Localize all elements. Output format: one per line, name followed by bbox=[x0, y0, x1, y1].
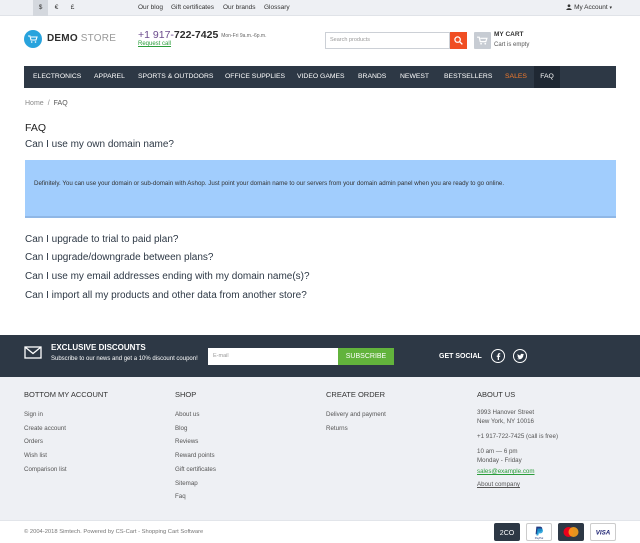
store-days: Monday - Friday bbox=[477, 457, 522, 464]
footer-link-wish-list[interactable]: Wish list bbox=[24, 449, 108, 463]
footer-link-sign-in[interactable]: Sign in bbox=[24, 408, 108, 422]
footer-link-blog[interactable]: Blog bbox=[175, 422, 216, 436]
cart-title[interactable]: MY CART bbox=[494, 31, 524, 38]
faq-question[interactable]: Can I use my email addresses ending with… bbox=[25, 271, 310, 282]
footer-heading: ABOUT US bbox=[477, 390, 516, 399]
nav-newest[interactable]: NEWEST bbox=[400, 66, 429, 88]
phone-hours: Mon-Fri 9a.m.-6p.m. bbox=[221, 33, 267, 39]
footer: BOTTOM MY ACCOUNT Sign in Create account… bbox=[0, 377, 640, 520]
footer-link-faq[interactable]: Faq bbox=[175, 490, 216, 504]
top-link-gift-certificates[interactable]: Gift certificates bbox=[171, 0, 214, 16]
nav-faq[interactable]: FAQ bbox=[534, 66, 560, 88]
svg-text:VISA: VISA bbox=[596, 530, 611, 537]
breadcrumb-separator: / bbox=[47, 100, 50, 107]
breadcrumb-home[interactable]: Home bbox=[25, 100, 44, 107]
nav-video-games[interactable]: VIDEO GAMES bbox=[297, 66, 345, 88]
cart-logo-icon bbox=[28, 35, 38, 43]
footer-col-order: CREATE ORDER Delivery and payment Return… bbox=[326, 390, 386, 435]
store-address-line: 3993 Hanover Street bbox=[477, 409, 535, 416]
search-placeholder: Search products bbox=[330, 37, 371, 43]
faq-answer-text: Definitely. You can use your domain or s… bbox=[34, 180, 505, 187]
currency-usd[interactable]: $ bbox=[33, 0, 48, 16]
store-phone: +1 917-722-7425 Mon-Fri 9a.m.-6p.m. bbox=[138, 29, 267, 41]
footer-heading: SHOP bbox=[175, 390, 197, 399]
cart-icon bbox=[477, 36, 488, 45]
copyright: © 2004-2018 Simtech. Powered by CS-Cart … bbox=[24, 529, 204, 535]
search-icon bbox=[454, 36, 463, 45]
footer-link-delivery[interactable]: Delivery and payment bbox=[326, 408, 386, 422]
store-address-line: New York, NY 10016 bbox=[477, 418, 534, 425]
subscribe-button[interactable]: SUBSCRIBE bbox=[338, 348, 394, 365]
currency-eur[interactable]: € bbox=[49, 0, 64, 16]
twitter-icon[interactable] bbox=[513, 349, 527, 363]
footer-link-returns[interactable]: Returns bbox=[326, 422, 386, 436]
faq-question[interactable]: Can I import all my products and other d… bbox=[25, 290, 307, 301]
subscribe-text: Subscribe to our news and get a 10% disc… bbox=[51, 356, 198, 362]
footer-heading: CREATE ORDER bbox=[326, 390, 386, 399]
store-hours: 10 am — 6 pm bbox=[477, 448, 518, 455]
facebook-icon[interactable] bbox=[491, 349, 505, 363]
page-title: FAQ bbox=[25, 122, 47, 134]
nav-electronics[interactable]: ELECTRONICS bbox=[33, 66, 81, 88]
footer-link-create-account[interactable]: Create account bbox=[24, 422, 108, 436]
cart-button[interactable] bbox=[474, 32, 491, 49]
subscribe-email-input[interactable]: E-mail bbox=[208, 348, 338, 365]
my-account-label: My Account bbox=[574, 4, 608, 11]
currency-gbp[interactable]: £ bbox=[65, 0, 80, 16]
bottom-bar: © 2004-2018 Simtech. Powered by CS-Cart … bbox=[0, 520, 640, 543]
footer-link-orders[interactable]: Orders bbox=[24, 435, 108, 449]
subscribe-band: EXCLUSIVE DISCOUNTS Subscribe to our new… bbox=[0, 335, 640, 377]
footer-link-sitemap[interactable]: Sitemap bbox=[175, 477, 216, 491]
footer-link-comparison-list[interactable]: Comparison list bbox=[24, 463, 108, 477]
visa-payment-icon: VISA bbox=[590, 523, 616, 541]
footer-link-gift-certificates[interactable]: Gift certificates bbox=[175, 463, 216, 477]
nav-brands[interactable]: BRANDS bbox=[358, 66, 386, 88]
footer-link-reward-points[interactable]: Reward points bbox=[175, 449, 216, 463]
get-social-label: GET SOCIAL bbox=[439, 353, 482, 360]
nav-sports-outdoors[interactable]: SPORTS & OUTDOORS bbox=[138, 66, 213, 88]
footer-col-about: ABOUT US 3993 Hanover Street New York, N… bbox=[477, 390, 558, 491]
footer-heading: BOTTOM MY ACCOUNT bbox=[24, 390, 108, 399]
search-input[interactable]: Search products bbox=[325, 32, 450, 49]
about-company-link[interactable]: About company bbox=[477, 478, 558, 491]
request-call-link[interactable]: Request call bbox=[138, 41, 171, 47]
top-link-blog[interactable]: Our blog bbox=[138, 0, 163, 16]
mastercard-payment-icon bbox=[558, 523, 584, 541]
footer-link-about-us[interactable]: About us bbox=[175, 408, 216, 422]
faq-answer-panel: Definitely. You can use your domain or s… bbox=[25, 160, 616, 218]
nav-bestsellers[interactable]: BESTSELLERS bbox=[444, 66, 492, 88]
top-link-brands[interactable]: Our brands bbox=[223, 0, 256, 16]
envelope-icon bbox=[24, 346, 42, 359]
faq-question[interactable]: Can I upgrade/downgrade between plans? bbox=[25, 252, 213, 263]
cart-status: Cart is empty bbox=[494, 42, 530, 48]
subscribe-title: EXCLUSIVE DISCOUNTS bbox=[51, 343, 146, 352]
logo-text: DEMO STORE bbox=[47, 33, 117, 44]
top-bar: $ € £ Our blog Gift certificates Our bra… bbox=[0, 0, 640, 16]
search-button[interactable] bbox=[450, 32, 467, 49]
paypal-payment-icon: PayPal bbox=[526, 523, 552, 541]
top-link-glossary[interactable]: Glossary bbox=[264, 0, 290, 16]
main-nav: ELECTRONICS APPAREL SPORTS & OUTDOORS OF… bbox=[24, 66, 616, 88]
footer-col-account: BOTTOM MY ACCOUNT Sign in Create account… bbox=[24, 390, 108, 477]
svg-text:PayPal: PayPal bbox=[535, 536, 544, 540]
caret-down-icon: ▾ bbox=[609, 5, 612, 11]
user-icon bbox=[566, 4, 572, 10]
my-account-dropdown[interactable]: My Account ▾ bbox=[566, 0, 612, 16]
svg-text:2CO: 2CO bbox=[500, 530, 515, 537]
nav-sales[interactable]: SALES bbox=[505, 66, 527, 88]
nav-office-supplies[interactable]: OFFICE SUPPLIES bbox=[225, 66, 285, 88]
faq-question-expanded[interactable]: Can I use my own domain name? bbox=[25, 139, 174, 150]
2co-payment-icon: 2CO bbox=[494, 523, 520, 541]
store-phone-footer: +1 917-722-7425 (call is free) bbox=[477, 433, 558, 440]
nav-apparel[interactable]: APPAREL bbox=[94, 66, 125, 88]
breadcrumb-current: FAQ bbox=[53, 100, 68, 107]
footer-col-shop: SHOP About us Blog Reviews Reward points… bbox=[175, 390, 216, 504]
footer-link-reviews[interactable]: Reviews bbox=[175, 435, 216, 449]
faq-question[interactable]: Can I upgrade to trial to paid plan? bbox=[25, 234, 178, 245]
breadcrumb: Home / FAQ bbox=[25, 100, 68, 107]
store-email-link[interactable]: sales@example.com bbox=[477, 465, 558, 478]
